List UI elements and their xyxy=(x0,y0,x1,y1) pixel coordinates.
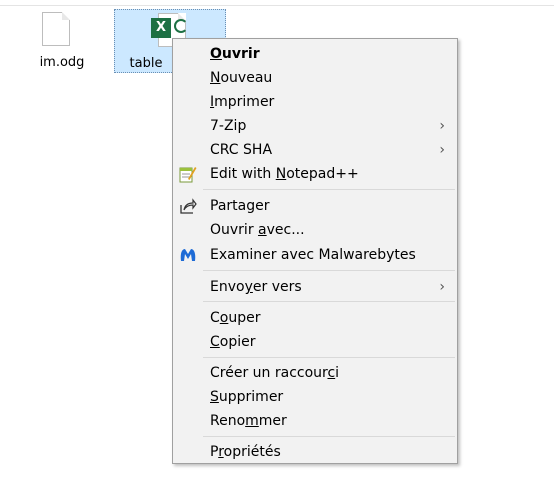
context-menu: Ouvrir Nouveau Imprimer 7-Zip › CRC SHA … xyxy=(172,38,458,464)
menu-label: Partager xyxy=(210,198,270,214)
menu-item-ouvrir[interactable]: Ouvrir xyxy=(175,43,455,65)
menu-item-envoyer-vers[interactable]: Envoyer vers › xyxy=(175,276,455,298)
menu-item-copier[interactable]: Copier xyxy=(175,331,455,353)
menu-label: Copier xyxy=(210,334,256,350)
menu-label: Examiner avec Malwarebytes xyxy=(210,247,416,263)
menu-item-couper[interactable]: Couper xyxy=(175,307,455,329)
menu-item-7zip[interactable]: 7-Zip › xyxy=(175,115,455,137)
menu-separator xyxy=(203,357,455,358)
menu-item-partager[interactable]: Partager xyxy=(175,195,455,217)
menu-item-proprietes[interactable]: Propriétés xyxy=(175,441,455,463)
excel-badge-icon: X xyxy=(151,18,171,38)
menu-separator xyxy=(203,301,455,302)
submenu-arrow-icon: › xyxy=(439,118,445,134)
menu-label: Imprimer xyxy=(210,94,275,110)
notepad-icon xyxy=(179,167,197,183)
malwarebytes-icon xyxy=(180,249,196,261)
menu-item-malwarebytes[interactable]: Examiner avec Malwarebytes xyxy=(175,244,455,266)
menu-item-creer-raccourci[interactable]: Créer un raccourci xyxy=(175,362,455,384)
menu-separator xyxy=(203,270,455,271)
menu-separator xyxy=(203,189,455,190)
submenu-arrow-icon: › xyxy=(439,279,445,295)
menu-item-nouveau[interactable]: Nouveau xyxy=(175,67,455,89)
menu-item-edit-notepad[interactable]: Edit with Notepad++ xyxy=(175,163,455,185)
menu-separator xyxy=(203,436,455,437)
submenu-arrow-icon: › xyxy=(439,142,445,158)
menu-label: CRC SHA xyxy=(210,142,273,158)
share-icon xyxy=(180,198,197,214)
window-top-edge xyxy=(0,0,554,6)
menu-label: Couper xyxy=(210,310,261,326)
menu-item-ouvrir-avec[interactable]: Ouvrir avec... xyxy=(175,219,455,241)
menu-label: Ouvrir avec... xyxy=(210,222,305,238)
document-icon xyxy=(42,12,70,46)
menu-label: Edit with Notepad++ xyxy=(210,166,359,182)
menu-label: Nouveau xyxy=(210,70,273,86)
menu-label: Ouvrir xyxy=(210,46,260,62)
menu-label: Envoyer vers xyxy=(210,279,302,295)
menu-item-supprimer[interactable]: Supprimer xyxy=(175,386,455,408)
menu-item-crc-sha[interactable]: CRC SHA › xyxy=(175,139,455,161)
menu-label: Créer un raccourci xyxy=(210,365,340,381)
menu-label: Propriétés xyxy=(210,444,281,460)
menu-label: 7-Zip xyxy=(210,118,247,134)
menu-item-imprimer[interactable]: Imprimer xyxy=(175,91,455,113)
sync-icon xyxy=(174,19,188,33)
menu-item-renommer[interactable]: Renommer xyxy=(175,410,455,432)
menu-label: Supprimer xyxy=(210,389,284,405)
menu-label: Renommer xyxy=(210,413,287,429)
